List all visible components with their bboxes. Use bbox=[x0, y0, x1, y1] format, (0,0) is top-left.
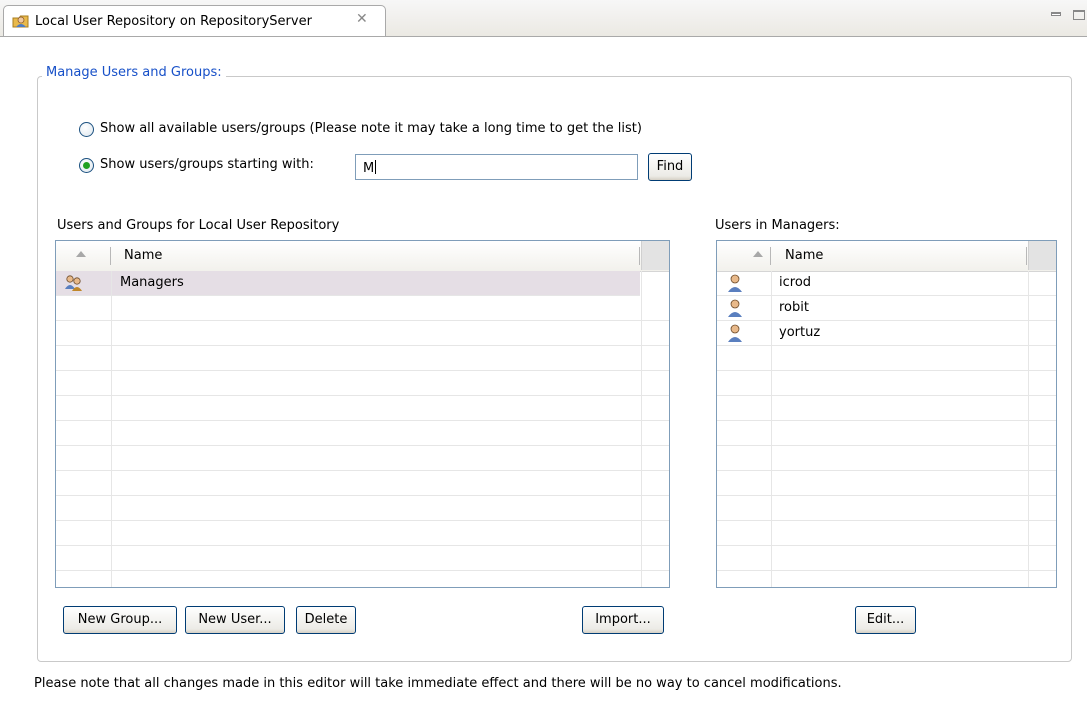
radio-selected-dot bbox=[83, 162, 90, 169]
column-divider bbox=[641, 271, 642, 587]
editor-tab-bar: Local User Repository on RepositoryServe… bbox=[0, 0, 1087, 37]
close-icon[interactable]: ✕ bbox=[356, 11, 368, 27]
filter-input[interactable]: M bbox=[355, 154, 638, 180]
table-row bbox=[56, 321, 669, 346]
row-name: robit bbox=[779, 300, 809, 315]
user-icon bbox=[728, 274, 742, 292]
sort-ascending-icon[interactable] bbox=[753, 251, 763, 257]
table-row bbox=[56, 471, 669, 496]
table-row[interactable]: icrod bbox=[717, 271, 1056, 296]
table-row bbox=[56, 546, 669, 571]
import-button[interactable]: Import... bbox=[582, 606, 664, 634]
find-button[interactable]: Find bbox=[648, 153, 692, 181]
table-row[interactable]: Managers bbox=[56, 271, 640, 296]
right-panel-title: Users in Managers: bbox=[715, 218, 840, 233]
table-row bbox=[717, 396, 1056, 421]
filter-value: M bbox=[363, 161, 375, 176]
edit-button[interactable]: Edit... bbox=[855, 606, 916, 634]
row-name: yortuz bbox=[779, 325, 821, 340]
show-all-label: Show all available users/groups (Please … bbox=[100, 121, 642, 136]
show-starting-label: Show users/groups starting with: bbox=[100, 157, 314, 172]
table-row bbox=[717, 471, 1056, 496]
table-row[interactable]: robit bbox=[717, 296, 1056, 321]
column-divider bbox=[111, 271, 112, 587]
user-icon bbox=[728, 299, 742, 317]
table-row bbox=[717, 371, 1056, 396]
editor-tab[interactable]: Local User Repository on RepositoryServe… bbox=[3, 5, 386, 36]
user-icon bbox=[728, 324, 742, 342]
header-separator bbox=[770, 247, 771, 265]
header-filler bbox=[641, 241, 669, 270]
table-row bbox=[717, 496, 1056, 521]
name-column-header[interactable]: Name bbox=[124, 248, 162, 263]
table-row bbox=[56, 446, 669, 471]
users-in-group-table[interactable]: Name icrod robit yortuz bbox=[716, 240, 1057, 588]
new-group-button[interactable]: New Group... bbox=[63, 606, 177, 634]
new-user-button[interactable]: New User... bbox=[185, 606, 285, 634]
show-all-radio[interactable] bbox=[79, 122, 94, 137]
table-row bbox=[717, 521, 1056, 546]
group-icon bbox=[65, 275, 82, 291]
show-starting-radio[interactable] bbox=[79, 158, 94, 173]
table-row bbox=[56, 521, 669, 546]
column-divider bbox=[771, 271, 772, 587]
header-separator bbox=[1026, 247, 1027, 265]
table-row[interactable]: yortuz bbox=[717, 321, 1056, 346]
name-column-header[interactable]: Name bbox=[785, 248, 823, 263]
users-groups-table[interactable]: Name Managers bbox=[55, 240, 670, 588]
table-row bbox=[56, 496, 669, 521]
group-title: Manage Users and Groups: bbox=[42, 65, 226, 80]
tab-title: Local User Repository on RepositoryServe… bbox=[35, 14, 312, 29]
table-row bbox=[56, 371, 669, 396]
warning-footnote: Please note that all changes made in thi… bbox=[34, 676, 842, 691]
table-row bbox=[717, 421, 1056, 446]
header-separator bbox=[110, 247, 111, 265]
sort-ascending-icon[interactable] bbox=[76, 251, 86, 257]
text-caret bbox=[375, 160, 377, 174]
table-row bbox=[717, 346, 1056, 371]
table-row bbox=[717, 546, 1056, 571]
table-row bbox=[717, 571, 1056, 587]
minimize-icon[interactable] bbox=[1051, 12, 1061, 16]
table-row bbox=[56, 346, 669, 371]
delete-button[interactable]: Delete bbox=[296, 606, 356, 634]
table-row bbox=[717, 446, 1056, 471]
row-name: Managers bbox=[120, 275, 184, 290]
table-header: Name bbox=[717, 241, 1056, 272]
table-header: Name bbox=[56, 241, 669, 272]
table-row bbox=[56, 396, 669, 421]
row-name: icrod bbox=[779, 275, 812, 290]
table-row bbox=[56, 571, 669, 587]
left-panel-title: Users and Groups for Local User Reposito… bbox=[57, 218, 340, 233]
header-filler bbox=[1028, 241, 1056, 270]
column-divider bbox=[1028, 271, 1029, 587]
table-row bbox=[56, 296, 669, 321]
maximize-icon[interactable] bbox=[1073, 10, 1085, 20]
user-repository-icon bbox=[12, 15, 29, 28]
table-row bbox=[56, 421, 669, 446]
header-separator bbox=[639, 247, 640, 265]
